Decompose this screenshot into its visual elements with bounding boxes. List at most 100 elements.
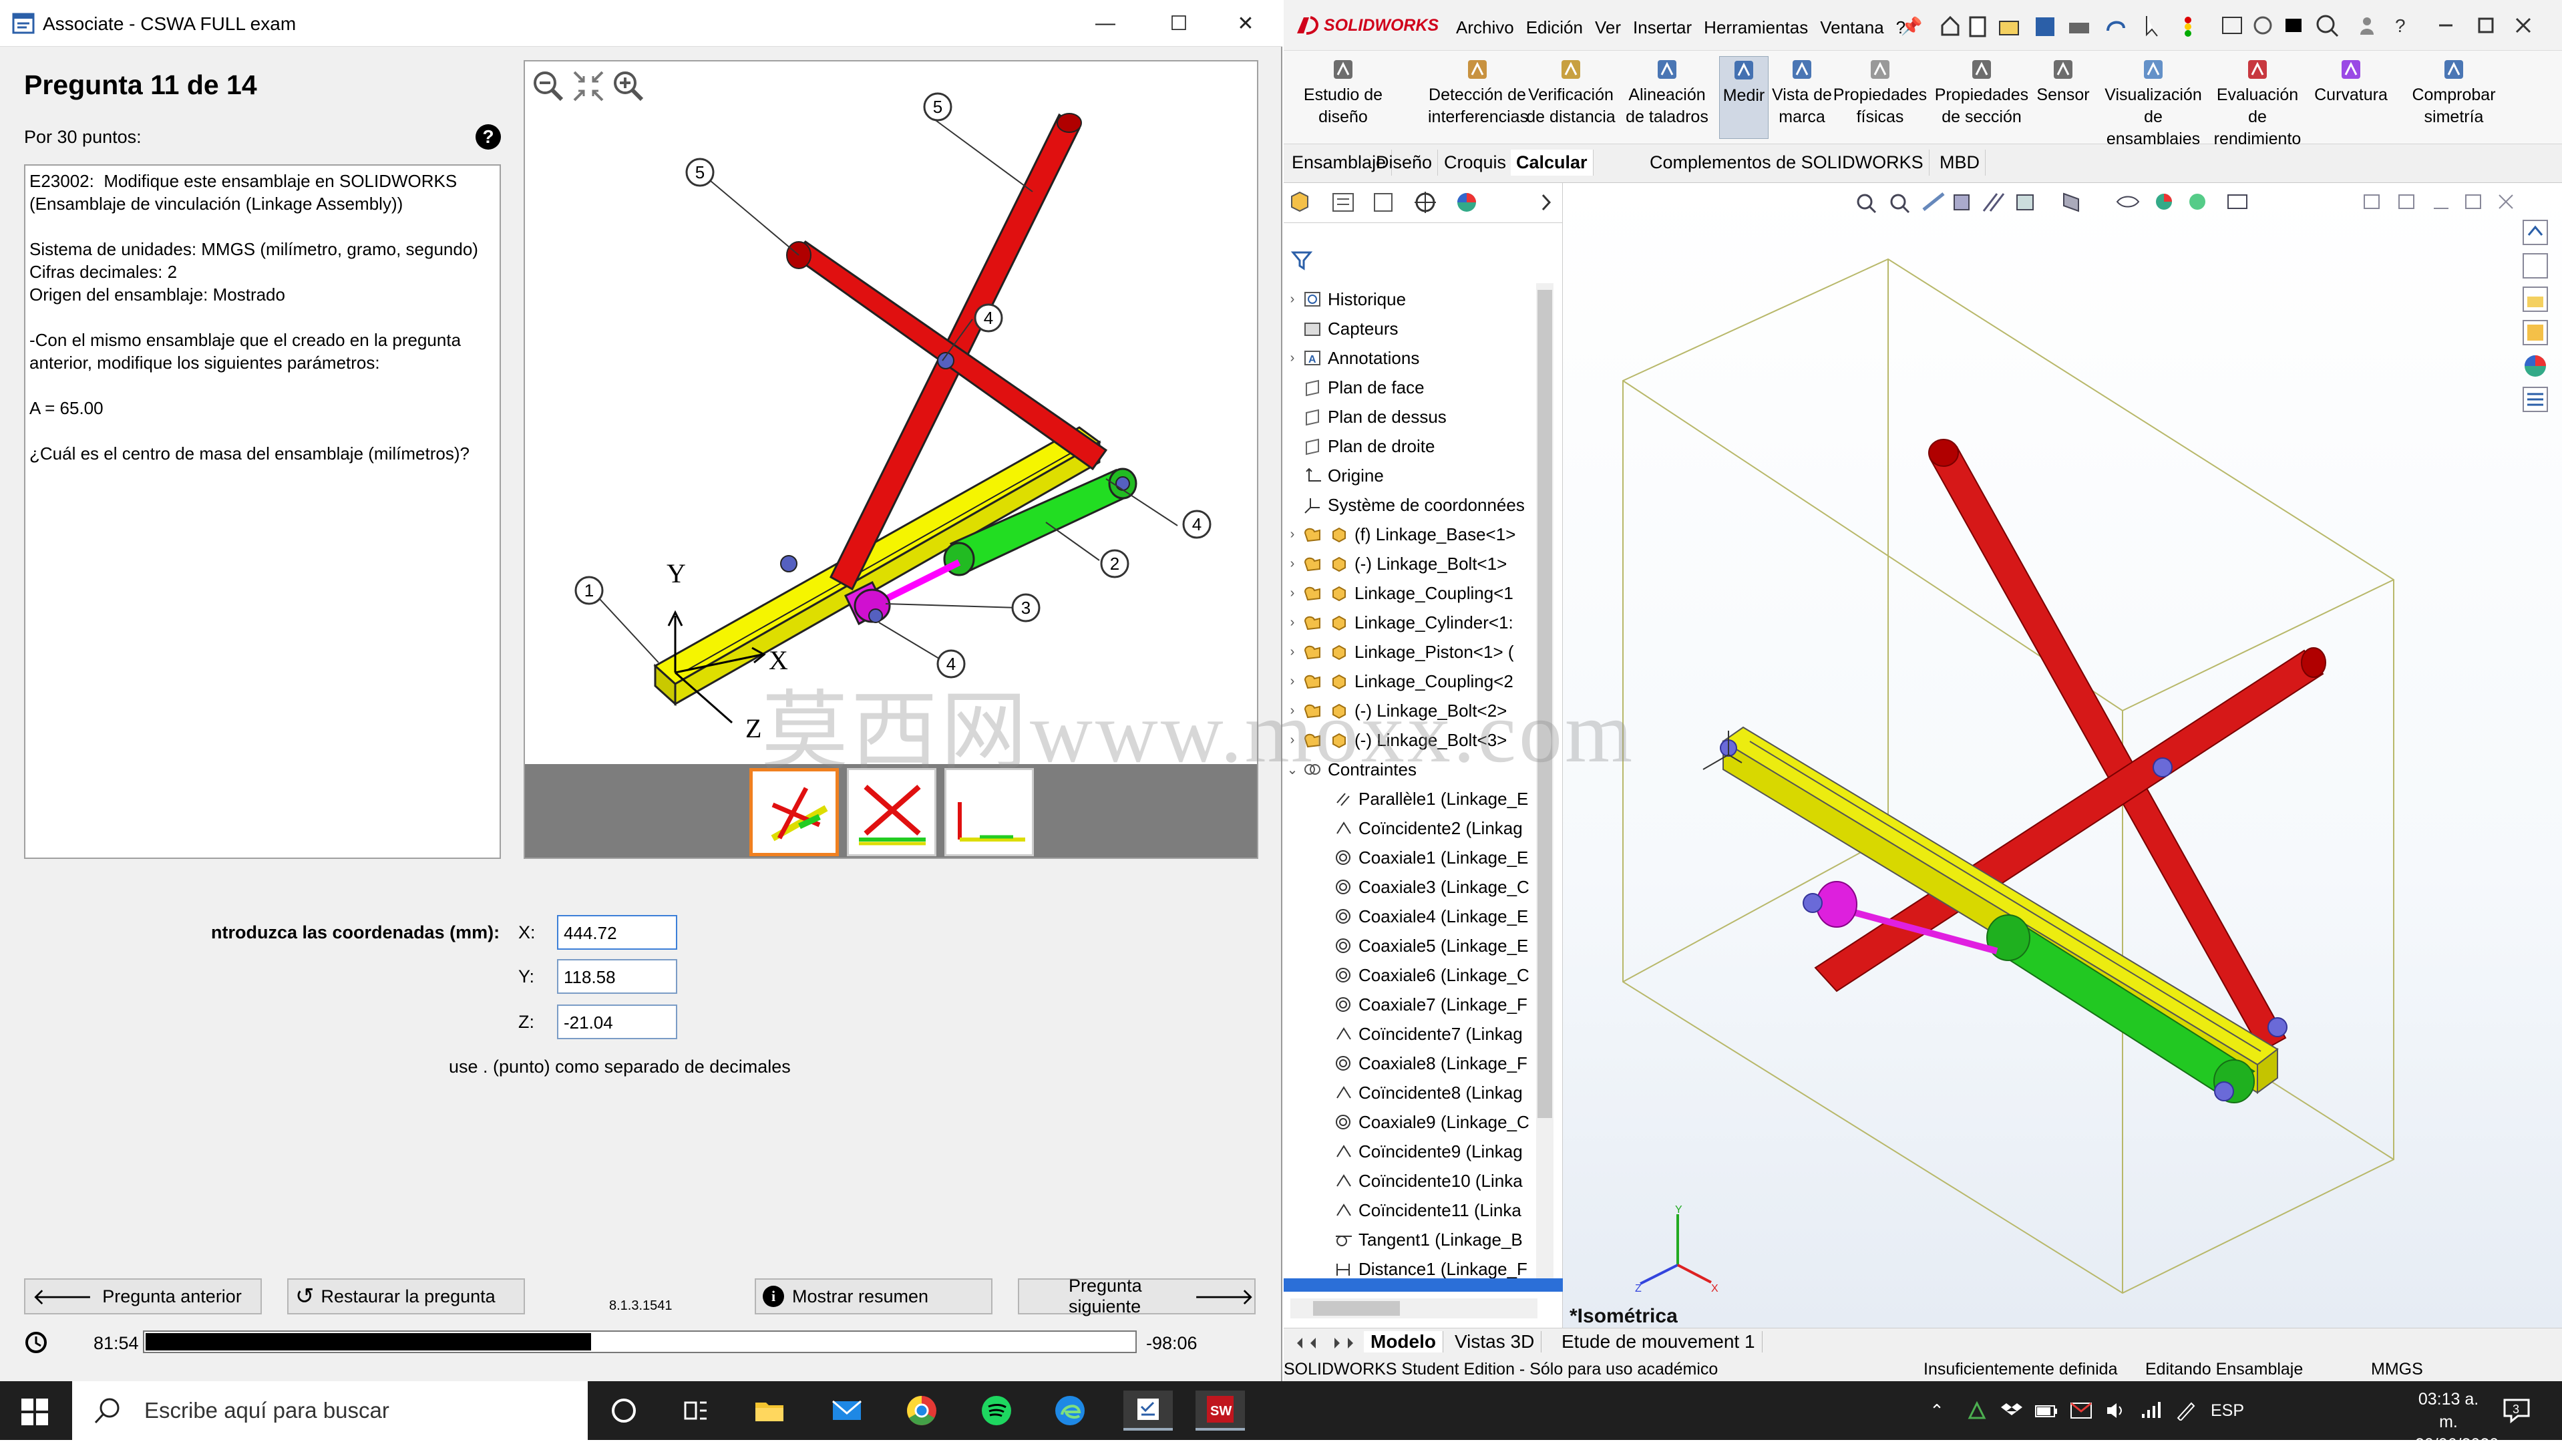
tree-item[interactable]: › A Annotations bbox=[1284, 343, 1420, 373]
ribbon-measure-button[interactable]: Medir bbox=[1719, 56, 1769, 139]
expand-arrow-icon[interactable]: › bbox=[1284, 703, 1301, 719]
filter-icon[interactable] bbox=[1290, 248, 1317, 271]
expand-arrow-icon[interactable]: › bbox=[1284, 615, 1301, 630]
close-button[interactable]: ✕ bbox=[1209, 0, 1282, 47]
tree-item[interactable]: Coaxiale9 (Linkage_C bbox=[1284, 1107, 1529, 1137]
task-view-icon[interactable] bbox=[676, 1391, 716, 1431]
expand-arrow-icon[interactable]: › bbox=[1284, 674, 1301, 689]
exam-taskbar-icon[interactable] bbox=[1123, 1391, 1173, 1431]
help-icon[interactable]: ? bbox=[476, 124, 501, 150]
x-coordinate-input[interactable]: 444.72 bbox=[557, 915, 677, 950]
tree-scrollbar[interactable] bbox=[1536, 283, 1553, 1278]
tree-item[interactable]: › (f) Linkage_Base<1> bbox=[1284, 520, 1516, 549]
ribbon-symmetry-button[interactable]: Comprobar simetría bbox=[2400, 56, 2507, 128]
tree-item[interactable]: › (-) Linkage_Bolt<1> bbox=[1284, 549, 1507, 578]
previous-question-button[interactable]: 🡐 Pregunta anterior bbox=[24, 1278, 262, 1314]
tree-item[interactable]: Plan de face bbox=[1284, 373, 1425, 402]
tree-item[interactable]: Capteurs bbox=[1284, 314, 1399, 343]
volume-icon[interactable] bbox=[2101, 1391, 2131, 1431]
tab-2[interactable]: Croquis bbox=[1439, 150, 1513, 176]
menu-item[interactable]: Ventana bbox=[1820, 17, 1883, 38]
tab-4[interactable]: Complementos de SOLIDWORKS bbox=[1644, 150, 1930, 176]
tree-item[interactable]: Coaxiale8 (Linkage_F bbox=[1284, 1049, 1527, 1078]
file-explorer-icon[interactable] bbox=[749, 1391, 789, 1431]
thumbnail-isometric[interactable] bbox=[749, 768, 839, 856]
tree-item[interactable]: Plan de dessus bbox=[1284, 402, 1447, 431]
tree-scrollbar-thumb[interactable] bbox=[1537, 290, 1552, 1118]
ribbon-assembly-visualization-button[interactable]: Visualización de ensamblajes bbox=[2097, 56, 2209, 150]
thumbnail-side[interactable] bbox=[944, 768, 1034, 856]
expand-arrow-icon[interactable]: › bbox=[1284, 351, 1301, 366]
menu-item[interactable]: Edición bbox=[1526, 17, 1583, 38]
ribbon-design-study-button[interactable]: Estudio de diseño bbox=[1286, 56, 1400, 128]
tab-5[interactable]: MBD bbox=[1934, 150, 1986, 176]
ribbon-hole-alignment-button[interactable]: Alineación de taladros bbox=[1620, 56, 1714, 128]
ribbon-section-properties-button[interactable]: Propiedades de sección bbox=[1932, 56, 2032, 128]
tree-item[interactable]: Coaxiale5 (Linkage_E bbox=[1284, 931, 1528, 960]
z-coordinate-input[interactable]: -21.04 bbox=[557, 1005, 677, 1039]
dropbox-icon[interactable] bbox=[1997, 1391, 2026, 1431]
tree-item[interactable]: › (-) Linkage_Bolt<2> bbox=[1284, 696, 1507, 725]
expand-arrow-icon[interactable]: › bbox=[1284, 733, 1301, 748]
ribbon-mass-properties-button[interactable]: Propiedades físicas bbox=[1831, 56, 1929, 128]
mail-icon[interactable] bbox=[827, 1391, 867, 1431]
tree-item[interactable]: Coïncidente11 (Linka bbox=[1284, 1196, 1521, 1225]
tree-item[interactable]: › Linkage_Coupling<1 bbox=[1284, 578, 1513, 608]
tray-chevron-icon[interactable]: ⌃ bbox=[1924, 1391, 1950, 1431]
solidworks-taskbar-icon[interactable]: SW bbox=[1196, 1391, 1245, 1431]
next-question-button[interactable]: Pregunta siguiente 🡒 bbox=[1018, 1276, 1256, 1316]
tree-item[interactable]: Coaxiale4 (Linkage_E bbox=[1284, 902, 1528, 931]
solidworks-logo[interactable]: SOLIDWORKS bbox=[1294, 13, 1439, 37]
right-toolbar-icons[interactable]: ? bbox=[2219, 11, 2553, 40]
tree-item[interactable]: › Linkage_Piston<1> ( bbox=[1284, 637, 1514, 667]
ribbon-curvature-button[interactable]: Curvatura bbox=[2308, 56, 2394, 106]
tree-item[interactable]: Origine bbox=[1284, 461, 1384, 490]
show-summary-button[interactable]: i Mostrar resumen bbox=[755, 1278, 992, 1314]
y-coordinate-input[interactable]: 118.58 bbox=[557, 959, 677, 994]
bottom-tab-2[interactable]: Etude de mouvement 1 bbox=[1555, 1331, 1763, 1352]
tree-hscrollbar-thumb[interactable] bbox=[1313, 1301, 1400, 1316]
reset-question-button[interactable]: ↺ Restaurar la pregunta bbox=[287, 1278, 525, 1314]
windows-start-icon[interactable] bbox=[20, 1397, 49, 1427]
expand-arrow-icon[interactable]: › bbox=[1284, 527, 1301, 542]
tree-item[interactable]: Tangent1 (Linkage_B bbox=[1284, 1225, 1523, 1254]
ribbon-interference-button[interactable]: Detección de interferencias bbox=[1428, 56, 1528, 128]
tree-item[interactable]: Parallèle1 (Linkage_E bbox=[1284, 784, 1528, 813]
ribbon-sensor-button[interactable]: Sensor bbox=[2034, 56, 2092, 106]
tree-item[interactable]: Coïncidente8 (Linkag bbox=[1284, 1078, 1523, 1107]
chrome-icon[interactable] bbox=[902, 1391, 942, 1431]
thumbnail-front[interactable] bbox=[847, 768, 936, 856]
minimize-button[interactable]: — bbox=[1069, 0, 1142, 47]
menu-item[interactable]: Ver bbox=[1595, 17, 1621, 38]
ribbon-performance-button[interactable]: Evaluación de rendimiento bbox=[2211, 56, 2304, 150]
gmail-tray-icon[interactable] bbox=[2066, 1391, 2096, 1431]
tree-item[interactable]: › Linkage_Cylinder<1: bbox=[1284, 608, 1513, 637]
bottom-tab-1[interactable]: Vistas 3D bbox=[1448, 1331, 1542, 1352]
edge-icon[interactable] bbox=[1050, 1391, 1090, 1431]
tree-item[interactable]: Coaxiale6 (Linkage_C bbox=[1284, 960, 1529, 990]
tree-item[interactable]: › Linkage_Coupling<2 bbox=[1284, 667, 1513, 696]
tree-hscrollbar[interactable] bbox=[1290, 1298, 1537, 1318]
taskbar-clock[interactable]: 03:13 a. m. 20/06/2020 bbox=[2415, 1388, 2499, 1456]
tree-item[interactable]: Coaxiale7 (Linkage_F bbox=[1284, 990, 1527, 1019]
language-indicator[interactable]: ESP bbox=[2203, 1391, 2252, 1431]
ribbon-clearance-button[interactable]: Verificación de distancia bbox=[1525, 56, 1616, 128]
tree-item[interactable]: Système de coordonnées bbox=[1284, 490, 1525, 520]
expand-arrow-icon[interactable]: › bbox=[1284, 292, 1301, 307]
spotify-icon[interactable] bbox=[976, 1391, 1017, 1431]
tab-scroll-arrows[interactable] bbox=[1288, 1334, 1361, 1352]
expand-arrow-icon[interactable]: › bbox=[1284, 586, 1301, 601]
tree-item[interactable]: › (-) Linkage_Bolt<3> bbox=[1284, 725, 1507, 755]
tree-item[interactable]: Coaxiale1 (Linkage_E bbox=[1284, 843, 1528, 872]
taskbar-search-box[interactable]: Escribe aquí para buscar bbox=[72, 1381, 588, 1440]
pen-icon[interactable] bbox=[2171, 1391, 2200, 1431]
tab-1[interactable]: Diseño bbox=[1370, 150, 1439, 176]
menu-item[interactable]: Archivo bbox=[1456, 17, 1514, 38]
expand-arrow-icon[interactable]: › bbox=[1284, 645, 1301, 660]
maximize-button[interactable]: ☐ bbox=[1142, 0, 1216, 47]
graphics-area[interactable]: Y Z X *Isométrica bbox=[1563, 183, 2562, 1328]
network-icon[interactable] bbox=[2136, 1391, 2165, 1431]
assembly-model[interactable]: Y Z X bbox=[1563, 183, 2562, 1328]
cortana-icon[interactable] bbox=[604, 1391, 644, 1431]
tree-item[interactable]: Coïncidente9 (Linkag bbox=[1284, 1137, 1523, 1166]
